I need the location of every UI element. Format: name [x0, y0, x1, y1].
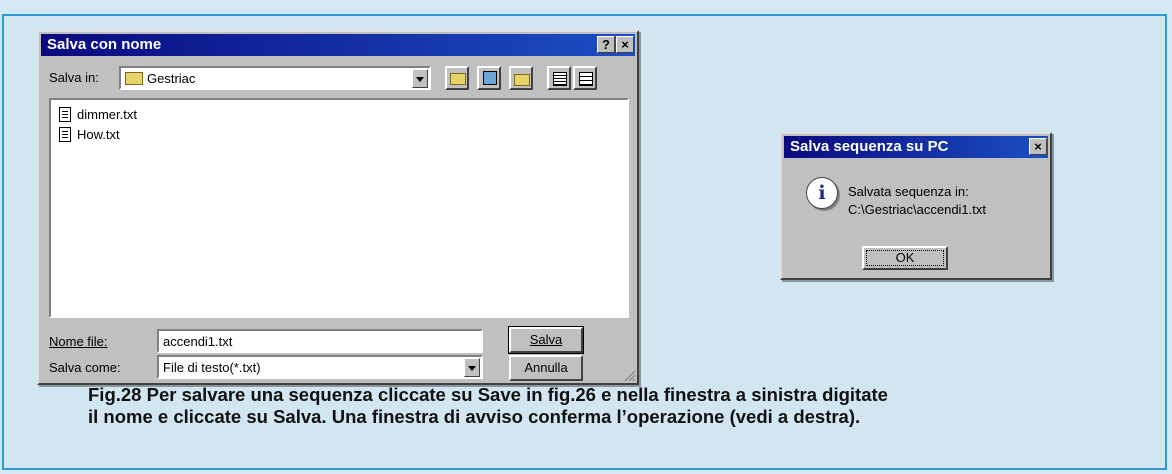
confirm-dialog: Salva sequenza su PC × i Salvata sequenz…: [780, 132, 1052, 280]
figure-caption: Fig.28 Per salvare una sequenza cliccate…: [88, 384, 1148, 428]
confirm-titlebar[interactable]: Salva sequenza su PC: [784, 136, 1048, 158]
caption-line-2: il nome e cliccate su Salva. Una finestr…: [88, 406, 861, 427]
close-icon: ×: [621, 37, 629, 52]
filetype-value: File di testo(*.txt): [163, 360, 261, 375]
save-in-combo[interactable]: Gestriac: [119, 66, 431, 90]
close-button[interactable]: ×: [616, 36, 634, 53]
caption-line-1: Fig.28 Per salvare una sequenza cliccate…: [88, 384, 888, 405]
folder-icon: [125, 72, 143, 85]
filetype-label: Salva come:: [49, 360, 121, 375]
new-folder-button[interactable]: [509, 66, 533, 90]
filename-label: Nome file:: [49, 334, 108, 349]
cancel-button[interactable]: Annulla: [509, 355, 583, 381]
save-as-titlebar[interactable]: Salva con nome: [41, 34, 635, 56]
list-view-icon: [553, 72, 567, 86]
save-as-dialog: Salva con nome ? × Salva in: Gestriac di…: [37, 30, 639, 385]
details-view-button[interactable]: [573, 66, 597, 90]
filename-value: accendi1.txt: [163, 334, 233, 349]
confirm-message-line2: C:\Gestriac\accendi1.txt: [848, 202, 986, 217]
confirm-title: Salva sequenza su PC: [790, 138, 949, 155]
chevron-down-icon[interactable]: [464, 358, 480, 377]
up-folder-icon: [450, 73, 466, 85]
new-folder-icon: [514, 74, 530, 86]
details-view-icon: [579, 72, 593, 86]
file-name: dimmer.txt: [77, 107, 137, 122]
list-view-button[interactable]: [547, 66, 571, 90]
text-file-icon: [59, 127, 71, 142]
save-in-label: Salva in:: [49, 70, 99, 85]
resize-grip-icon[interactable]: [623, 369, 635, 381]
confirm-message-line1: Salvata sequenza in:: [848, 184, 969, 199]
file-name: How.txt: [77, 127, 120, 142]
desktop-icon: [483, 71, 497, 85]
filetype-combo[interactable]: File di testo(*.txt): [157, 355, 483, 379]
save-in-value: Gestriac: [147, 71, 196, 86]
file-list[interactable]: dimmer.txt How.txt: [49, 98, 629, 318]
ok-button[interactable]: OK: [862, 246, 948, 270]
confirm-close-button[interactable]: ×: [1029, 138, 1047, 155]
close-icon: ×: [1034, 139, 1042, 154]
up-folder-button[interactable]: [445, 66, 469, 90]
filename-field[interactable]: accendi1.txt: [157, 329, 483, 353]
text-file-icon: [59, 107, 71, 122]
help-button[interactable]: ?: [597, 36, 615, 53]
save-as-title: Salva con nome: [47, 36, 162, 53]
desktop-button[interactable]: [477, 66, 501, 90]
chevron-down-icon[interactable]: [412, 69, 428, 88]
info-icon: i: [806, 177, 838, 209]
save-button[interactable]: Salva: [508, 326, 584, 354]
